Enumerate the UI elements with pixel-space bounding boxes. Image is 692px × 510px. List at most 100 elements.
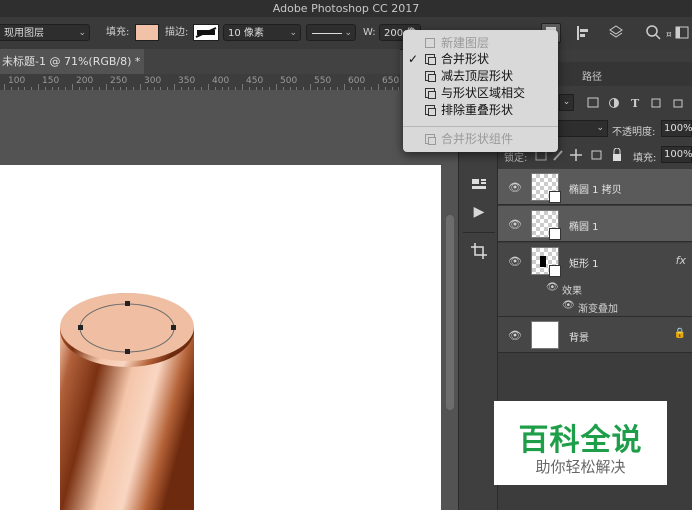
layer-row-background[interactable]: 👁 背景 🔒 [498,317,692,353]
layer-effects-icon[interactable]: fx [676,254,686,267]
rectangle-shape-preview [540,256,546,267]
anchor-point-left[interactable] [78,325,83,330]
layer-name: 椭圆 1 拷贝 [569,185,622,196]
vector-mask-icon [549,228,561,240]
watermark-subtitle: 助你轻松解决 [535,458,626,476]
eye-icon[interactable]: 👁 [508,181,522,194]
anchor-point-top[interactable] [125,301,130,306]
document-tab-label: 未标题-1 @ 71%(RGB/8) * [2,55,141,68]
menu-item-label: 合并形状组件 [441,132,514,146]
opacity-field[interactable]: 100% [661,120,692,137]
ruler-label: 500 [280,76,298,86]
chevron-down-icon: ⌄ [596,123,604,133]
merge-components-icon-overlay [428,137,436,145]
crop-tool-button[interactable] [459,242,499,264]
fill-value: 100% [664,149,692,160]
layer-row-ellipse-copy[interactable]: 👁 椭圆 1 拷贝 [498,169,692,205]
fill-swatch[interactable] [135,24,159,41]
document-canvas[interactable] [0,165,441,510]
ruler-label: 650 [382,76,400,86]
opacity-label: 不透明度: [612,127,656,138]
layer-name: 矩形 1 [569,259,599,270]
stroke-width-field[interactable]: 10 像素 ⌄ [223,24,301,41]
stroke-label: 描边: [165,27,189,38]
actions-panel-button[interactable]: ▶ [459,204,499,220]
cylinder-artwork [60,293,194,510]
properties-icon [472,179,486,189]
combine-shapes-icon-overlay [428,57,436,65]
effects-eye-icon[interactable]: 👁 [546,282,559,293]
anchor-point-right[interactable] [171,325,176,330]
layer-thumbnail [531,321,559,349]
vertical-scrollbar[interactable] [446,215,454,410]
app-title: Adobe Photoshop CC 2017 [272,2,420,15]
image-filter-icon [587,97,599,108]
layer-thumbnail [531,173,561,203]
tab-paths[interactable]: 路径 [582,68,602,83]
lock-all-icon [613,154,621,161]
checkmark-icon: ✓ [408,52,419,66]
workspace-button[interactable]: ¤ [666,24,692,42]
menu-item-new-layer[interactable]: 新建图层 [403,35,558,51]
menu-separator [403,126,558,127]
ruler-label: 250 [110,76,128,86]
document-tab[interactable]: 未标题-1 @ 71%(RGB/8) * [0,49,144,74]
title-bar: Adobe Photoshop CC 2017 [0,0,692,17]
ruler-label: 100 [8,76,26,86]
gradient-overlay-eye-icon[interactable]: 👁 [562,300,575,311]
stroke-swatch[interactable] [193,24,219,41]
stroke-style-icon [195,27,217,38]
layer-row-ellipse[interactable]: 👁 椭圆 1 [498,206,692,242]
options-bar: 现用图层 ⌄ 填充: 描边: 10 像素 ⌄ ⌄ W: 200 像 ¤ [0,17,692,50]
new-layer-icon [425,38,435,48]
menu-item-label: 合并形状 [441,52,490,66]
menu-item-merge-shape-components[interactable]: 合并形状组件 [403,131,558,147]
stroke-width-value: 10 像素 [228,28,264,39]
filter-icons: T [587,97,683,110]
gradient-overlay-label: 渐变叠加 [578,304,618,315]
mode-select[interactable]: 现用图层 ⌄ [0,24,90,41]
path-arrangement-button[interactable] [606,24,626,42]
eye-icon[interactable]: 👁 [508,329,522,342]
search-icon [646,25,661,40]
filter-kind-select[interactable]: ⌄ [559,94,574,111]
path-alignment-button[interactable] [574,24,592,42]
menu-item-combine-shapes[interactable]: ✓ 合并形状 [403,51,558,67]
layer-thumbnail [531,210,561,240]
chevron-down-icon: ⌄ [562,97,571,107]
ruler-label: 400 [212,76,230,86]
arrange-icon [609,25,623,38]
eye-icon[interactable]: 👁 [508,255,522,268]
svg-text:¤: ¤ [666,30,672,40]
intersect-shape-icon-overlay [428,91,436,99]
menu-item-label: 排除重叠形状 [441,103,514,117]
stroke-type-select[interactable]: ⌄ [306,24,356,41]
properties-panel-button[interactable] [459,176,499,196]
fill-label: 填充: [633,153,657,164]
search-button[interactable] [645,24,663,42]
ruler-label: 300 [144,76,162,86]
opacity-value: 100% [664,123,692,134]
shape-filter-icon [651,98,661,108]
ruler-label: 600 [348,76,366,86]
ruler-label: 350 [178,76,196,86]
watermark-logo: 百科全说 助你轻松解决 [494,401,667,485]
chevron-down-icon: ⌄ [78,28,86,38]
fill-field[interactable]: 100% [661,146,692,163]
menu-item-exclude-overlapping-shapes[interactable]: 排除重叠形状 [403,102,558,118]
menu-item-subtract-front-shape[interactable]: 减去顶层形状 [403,68,558,84]
layer-effects-list: 👁 效果 👁 渐变叠加 [498,280,692,317]
menu-item-label: 新建图层 [441,36,490,50]
layer-thumbnail [531,247,561,277]
lock-image-icon [553,150,563,161]
exclude-shape-icon-overlay [428,108,436,116]
menu-item-intersect-shape-areas[interactable]: 与形状区域相交 [403,85,558,101]
lock-artboard-icon [591,150,602,160]
anchor-point-bottom[interactable] [125,349,130,354]
workspace-icon: ¤ [666,26,689,40]
subtract-shape-icon-overlay [428,74,436,82]
layer-row-rectangle[interactable]: 👁 矩形 1 fx [498,243,692,280]
vector-mask-icon [549,191,561,203]
eye-icon[interactable]: 👁 [508,218,522,231]
chevron-down-icon: ⌄ [344,28,352,38]
